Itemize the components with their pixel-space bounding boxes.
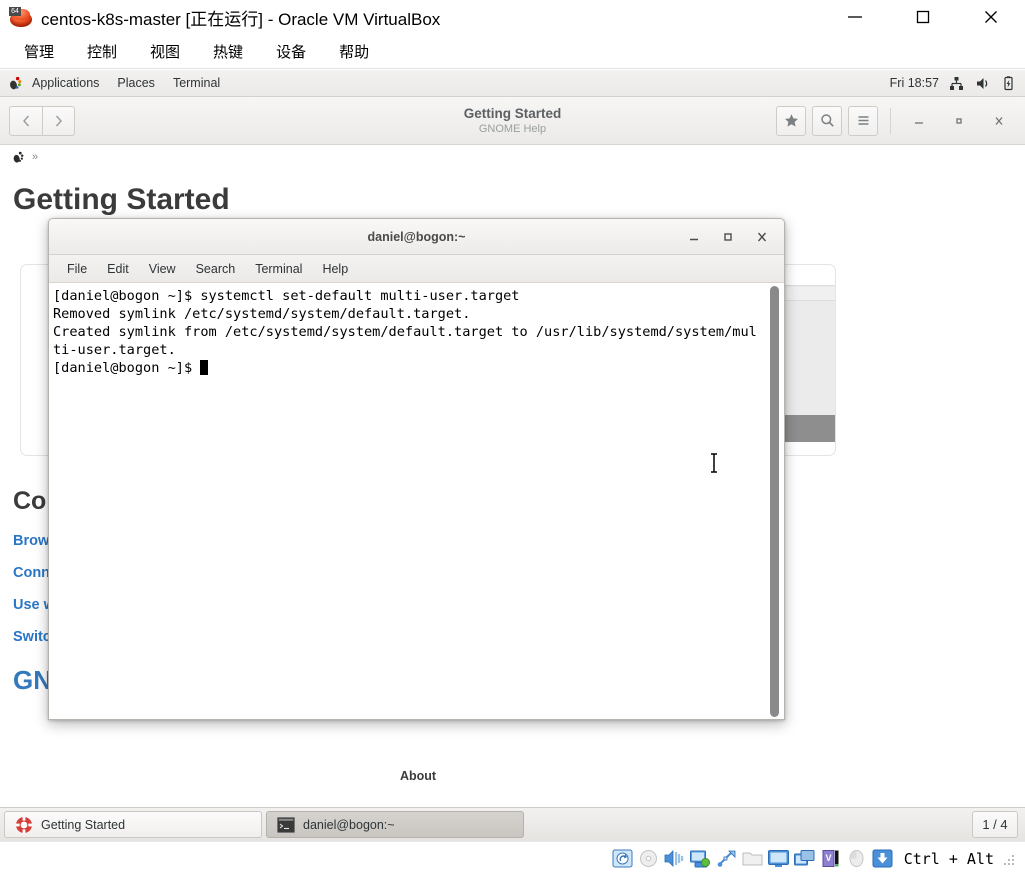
terminal-maximize-button[interactable] [711,222,745,252]
panel-tray: Fri 18:57 [890,75,1025,92]
battery-icon[interactable] [1000,75,1017,92]
terminal-titlebar[interactable]: daniel@bogon:~ [49,219,784,255]
remote-desktop-icon[interactable] [793,848,816,869]
video-capture-icon[interactable]: V [819,848,842,869]
host-key-label: Ctrl + Alt [903,849,994,868]
display-icon[interactable] [767,848,790,869]
hamburger-icon[interactable] [848,105,878,136]
vbox-menu-control[interactable]: 控制 [77,38,127,65]
vbox-menu-devices[interactable]: 设备 [266,38,316,65]
terminal-menu-file[interactable]: File [59,260,95,278]
close-button[interactable] [957,0,1025,34]
mouse-icon[interactable] [845,848,868,869]
gnome-foot-icon[interactable] [11,150,25,164]
network-icon[interactable] [689,848,712,869]
terminal-screen[interactable]: [daniel@bogon ~]$ systemctl set-default … [49,283,784,719]
terminal-menu-help[interactable]: Help [314,260,356,278]
terminal-scrollbar[interactable] [769,286,780,717]
taskbar-label: Getting Started [41,817,126,832]
guest-taskbar: Getting Started daniel@bogon:~ 1 / 4 [0,807,1025,841]
panel-menu-terminal[interactable]: Terminal [164,70,229,97]
vbox-menu-manage[interactable]: 管理 [14,38,64,65]
terminal-menubar: File Edit View Search Terminal Help [49,255,784,283]
maximize-button[interactable] [889,0,957,34]
help-forward-button[interactable] [42,105,75,136]
virtualbox-icon: 64 [9,7,33,29]
panel-menu-applications[interactable]: Applications [23,70,108,97]
terminal-icon [277,816,295,834]
taskbar-label: daniel@bogon:~ [303,817,395,832]
minimize-button[interactable] [821,0,889,34]
audio-icon[interactable] [663,848,686,869]
search-icon[interactable] [812,105,842,136]
hard-disk-icon[interactable] [611,848,634,869]
terminal-menu-terminal[interactable]: Terminal [247,260,310,278]
taskbar-item-terminal[interactable]: daniel@bogon:~ [266,811,524,838]
block-cursor [200,360,209,375]
gnome-top-panel: Applications Places Terminal Fri 18:57 [0,70,1025,97]
help-headerbar: Getting Started GNOME Help [0,97,1025,145]
terminal-output-text: [daniel@bogon ~]$ systemctl set-default … [53,288,757,376]
optical-drive-icon[interactable] [637,848,660,869]
virtualbox-icon-badge: 64 [9,7,21,16]
panel-clock[interactable]: Fri 18:57 [890,76,939,90]
virtualbox-window-title: centos-k8s-master [正在运行] - Oracle VM Vir… [41,9,441,29]
terminal-minimize-button[interactable] [677,222,711,252]
breadcrumb: » [0,145,1025,169]
help-minimize-button[interactable] [899,106,939,136]
virtualbox-statusbar: V Ctrl + Alt [0,841,1025,875]
screen-root: 64 centos-k8s-master [正在运行] - Oracle VM … [0,0,1025,875]
page-title: Getting Started [13,183,230,216]
svg-text:V: V [825,853,831,863]
vbox-menu-hotkeys[interactable]: 热键 [203,38,253,65]
taskbar-item-getting-started[interactable]: Getting Started [4,811,262,838]
virtualbox-menubar: 管理 控制 视图 热键 设备 帮助 [0,34,1025,69]
help-nav-group [9,105,75,136]
virtualbox-titlebar: 64 centos-k8s-master [正在运行] - Oracle VM … [0,0,1025,34]
terminal-window-controls [677,222,784,252]
i-beam-cursor [709,452,717,474]
network-icon[interactable] [948,75,965,92]
workspace-indicator[interactable]: 1 / 4 [972,811,1018,838]
vbox-menu-view[interactable]: 视图 [140,38,190,65]
shared-folders-icon[interactable] [741,848,764,869]
star-icon[interactable] [776,105,806,136]
virtualbox-window-controls [821,0,1025,34]
gnome-foot-icon[interactable] [7,75,23,91]
terminal-window: daniel@bogon:~ File Edit View Search Ter… [48,218,785,720]
help-maximize-button[interactable] [939,106,979,136]
usb-icon[interactable] [715,848,738,869]
guest-screen: Applications Places Terminal Fri 18:57 G… [0,70,1025,841]
vbox-menu-help[interactable]: 帮助 [329,38,379,65]
help-back-button[interactable] [9,105,42,136]
terminal-close-button[interactable] [745,222,779,252]
volume-icon[interactable] [974,75,991,92]
resize-grip[interactable] [1003,852,1017,866]
help-icon [15,816,33,834]
scrollbar-thumb[interactable] [770,286,779,717]
help-window-title: Getting Started [463,106,562,121]
terminal-menu-edit[interactable]: Edit [99,260,137,278]
help-header-buttons [770,105,1025,136]
help-close-button[interactable] [979,106,1019,136]
terminal-menu-view[interactable]: View [141,260,184,278]
terminal-window-title: daniel@bogon:~ [367,229,466,244]
help-window-subtitle: GNOME Help [478,123,547,135]
panel-menu-places[interactable]: Places [108,70,164,97]
chevron-right-icon: » [32,151,39,163]
terminal-menu-search[interactable]: Search [188,260,244,278]
about-label[interactable]: About [400,769,436,783]
terminal-output: [daniel@bogon ~]$ systemctl set-default … [53,287,762,377]
header-separator [890,107,891,134]
host-key-icon[interactable] [871,848,894,869]
